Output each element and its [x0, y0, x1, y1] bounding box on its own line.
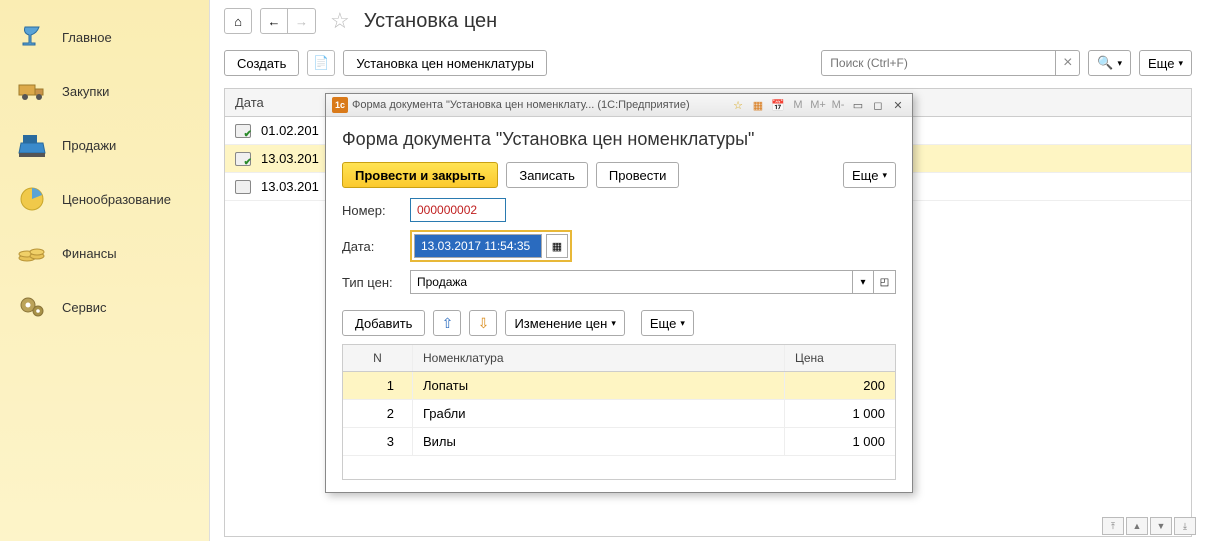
cell-price: 1 000 — [785, 400, 895, 427]
price-type-input[interactable] — [410, 270, 852, 294]
number-label: Номер: — [342, 203, 404, 218]
sidebar-item-label: Финансы — [62, 246, 117, 261]
nav-first-button[interactable]: ⤒ — [1102, 517, 1124, 535]
grid-toolbar: Добавить ⇧ ⇩ Изменение цен▾ Еще▾ — [342, 310, 896, 336]
post-and-close-button[interactable]: Провести и закрыть — [342, 162, 498, 188]
sidebar-item-sales[interactable]: Продажи — [0, 118, 209, 172]
modal-toolbar: Провести и закрыть Записать Провести Еще… — [342, 162, 896, 188]
home-button[interactable]: ⌂ — [224, 8, 252, 34]
m-minus-icon[interactable]: M- — [830, 97, 846, 113]
cell-n: 1 — [343, 372, 413, 399]
calendar-button[interactable]: ▦ — [546, 234, 568, 258]
sidebar-item-main[interactable]: Главное — [0, 10, 209, 64]
modal-window-title: Форма документа "Установка цен номенклат… — [352, 99, 690, 111]
forward-button[interactable]: → — [288, 8, 316, 34]
number-row: Номер: — [342, 198, 896, 222]
date-label: Дата: — [342, 239, 404, 254]
add-row-button[interactable]: Добавить — [342, 310, 425, 336]
document-icon — [235, 180, 251, 194]
set-prices-button[interactable]: Установка цен номенклатуры — [343, 50, 547, 76]
search-options-button[interactable]: 🔍▾ — [1088, 50, 1131, 76]
move-up-button[interactable]: ⇧ — [433, 310, 461, 336]
more-button[interactable]: Еще▾ — [1139, 50, 1192, 76]
sidebar-item-service[interactable]: Сервис — [0, 280, 209, 334]
copy-button[interactable]: 📄 — [307, 50, 335, 76]
document-posted-icon — [235, 124, 251, 138]
number-input[interactable] — [410, 198, 506, 222]
grid-row[interactable]: 2 Грабли 1 000 — [343, 400, 895, 428]
cell-price: 1 000 — [785, 428, 895, 455]
favorite-icon[interactable]: ☆ — [330, 8, 350, 34]
date-input[interactable] — [414, 234, 542, 258]
coins-icon — [14, 238, 50, 268]
m-plus-icon[interactable]: M+ — [810, 97, 826, 113]
modal-body: Форма документа "Установка цен номенклат… — [326, 117, 912, 492]
minimize-icon[interactable]: ▭ — [850, 97, 866, 113]
price-type-row: Тип цен: ▾ ◰ — [342, 270, 896, 294]
save-button[interactable]: Записать — [506, 162, 588, 188]
footer-nav: ⤒ ▲ ▼ ⤓ — [1102, 517, 1196, 535]
search-clear-button[interactable]: × — [1056, 50, 1080, 76]
price-grid: N Номенклатура Цена 1 Лопаты 200 2 Грабл… — [342, 344, 896, 480]
topbar: ⌂ ← → ☆ Установка цен — [210, 0, 1206, 42]
list-row-date: 13.03.201 — [261, 151, 319, 166]
col-header-price[interactable]: Цена — [785, 345, 895, 371]
cell-name: Вилы — [413, 428, 785, 455]
command-bar: Создать 📄 Установка цен номенклатуры × 🔍… — [210, 42, 1206, 84]
page-title: Установка цен — [364, 10, 498, 33]
cell-n: 3 — [343, 428, 413, 455]
modal-more-button[interactable]: Еще▾ — [843, 162, 896, 188]
sidebar-item-label: Ценообразование — [62, 192, 171, 207]
maximize-icon[interactable]: ◻ — [870, 97, 886, 113]
1c-icon: 1c — [332, 97, 348, 113]
search-input[interactable] — [821, 50, 1056, 76]
create-button[interactable]: Создать — [224, 50, 299, 76]
nav-last-button[interactable]: ⤓ — [1174, 517, 1196, 535]
nav-down-button[interactable]: ▼ — [1150, 517, 1172, 535]
open-button[interactable]: ◰ — [874, 270, 896, 294]
post-button[interactable]: Провести — [596, 162, 680, 188]
col-header-n[interactable]: N — [343, 345, 413, 371]
sidebar-item-pricing[interactable]: Ценообразование — [0, 172, 209, 226]
sidebar: Главное Закупки Продажи Ценообразование … — [0, 0, 210, 541]
modal-heading: Форма документа "Установка цен номенклат… — [342, 129, 896, 150]
lamp-icon — [14, 22, 50, 52]
change-prices-button[interactable]: Изменение цен▾ — [505, 310, 624, 336]
move-down-button[interactable]: ⇩ — [469, 310, 497, 336]
col-header-name[interactable]: Номенклатура — [413, 345, 785, 371]
sidebar-item-label: Сервис — [62, 300, 107, 315]
cell-n: 2 — [343, 400, 413, 427]
calendar-icon[interactable]: 📅 — [770, 97, 786, 113]
grid-header: N Номенклатура Цена — [343, 345, 895, 372]
document-posted-icon — [235, 152, 251, 166]
back-button[interactable]: ← — [260, 8, 288, 34]
dropdown-button[interactable]: ▾ — [852, 270, 874, 294]
cell-name: Грабли — [413, 400, 785, 427]
pie-chart-icon — [14, 184, 50, 214]
list-row-date: 13.03.201 — [261, 179, 319, 194]
price-type-label: Тип цен: — [342, 275, 404, 290]
modal-titlebar[interactable]: 1c Форма документа "Установка цен номенк… — [326, 94, 912, 117]
truck-icon — [14, 76, 50, 106]
grid-more-button[interactable]: Еще▾ — [641, 310, 694, 336]
nav-up-button[interactable]: ▲ — [1126, 517, 1148, 535]
cell-name: Лопаты — [413, 372, 785, 399]
document-form-modal: 1c Форма документа "Установка цен номенк… — [325, 93, 913, 493]
sidebar-item-label: Закупки — [62, 84, 109, 99]
close-icon[interactable]: ✕ — [890, 97, 906, 113]
list-row-date: 01.02.201 — [261, 123, 319, 138]
cash-register-icon — [14, 130, 50, 160]
cell-price: 200 — [785, 372, 895, 399]
date-row: Дата: ▦ — [342, 230, 896, 262]
calc-icon[interactable]: ▦ — [750, 97, 766, 113]
sidebar-item-label: Продажи — [62, 138, 116, 153]
sidebar-item-purchases[interactable]: Закупки — [0, 64, 209, 118]
favorite-icon[interactable]: ☆ — [730, 97, 746, 113]
sidebar-item-finance[interactable]: Финансы — [0, 226, 209, 280]
grid-row[interactable]: 3 Вилы 1 000 — [343, 428, 895, 456]
sidebar-item-label: Главное — [62, 30, 112, 45]
grid-row[interactable]: 1 Лопаты 200 — [343, 372, 895, 400]
m-icon[interactable]: M — [790, 97, 806, 113]
gears-icon — [14, 292, 50, 322]
